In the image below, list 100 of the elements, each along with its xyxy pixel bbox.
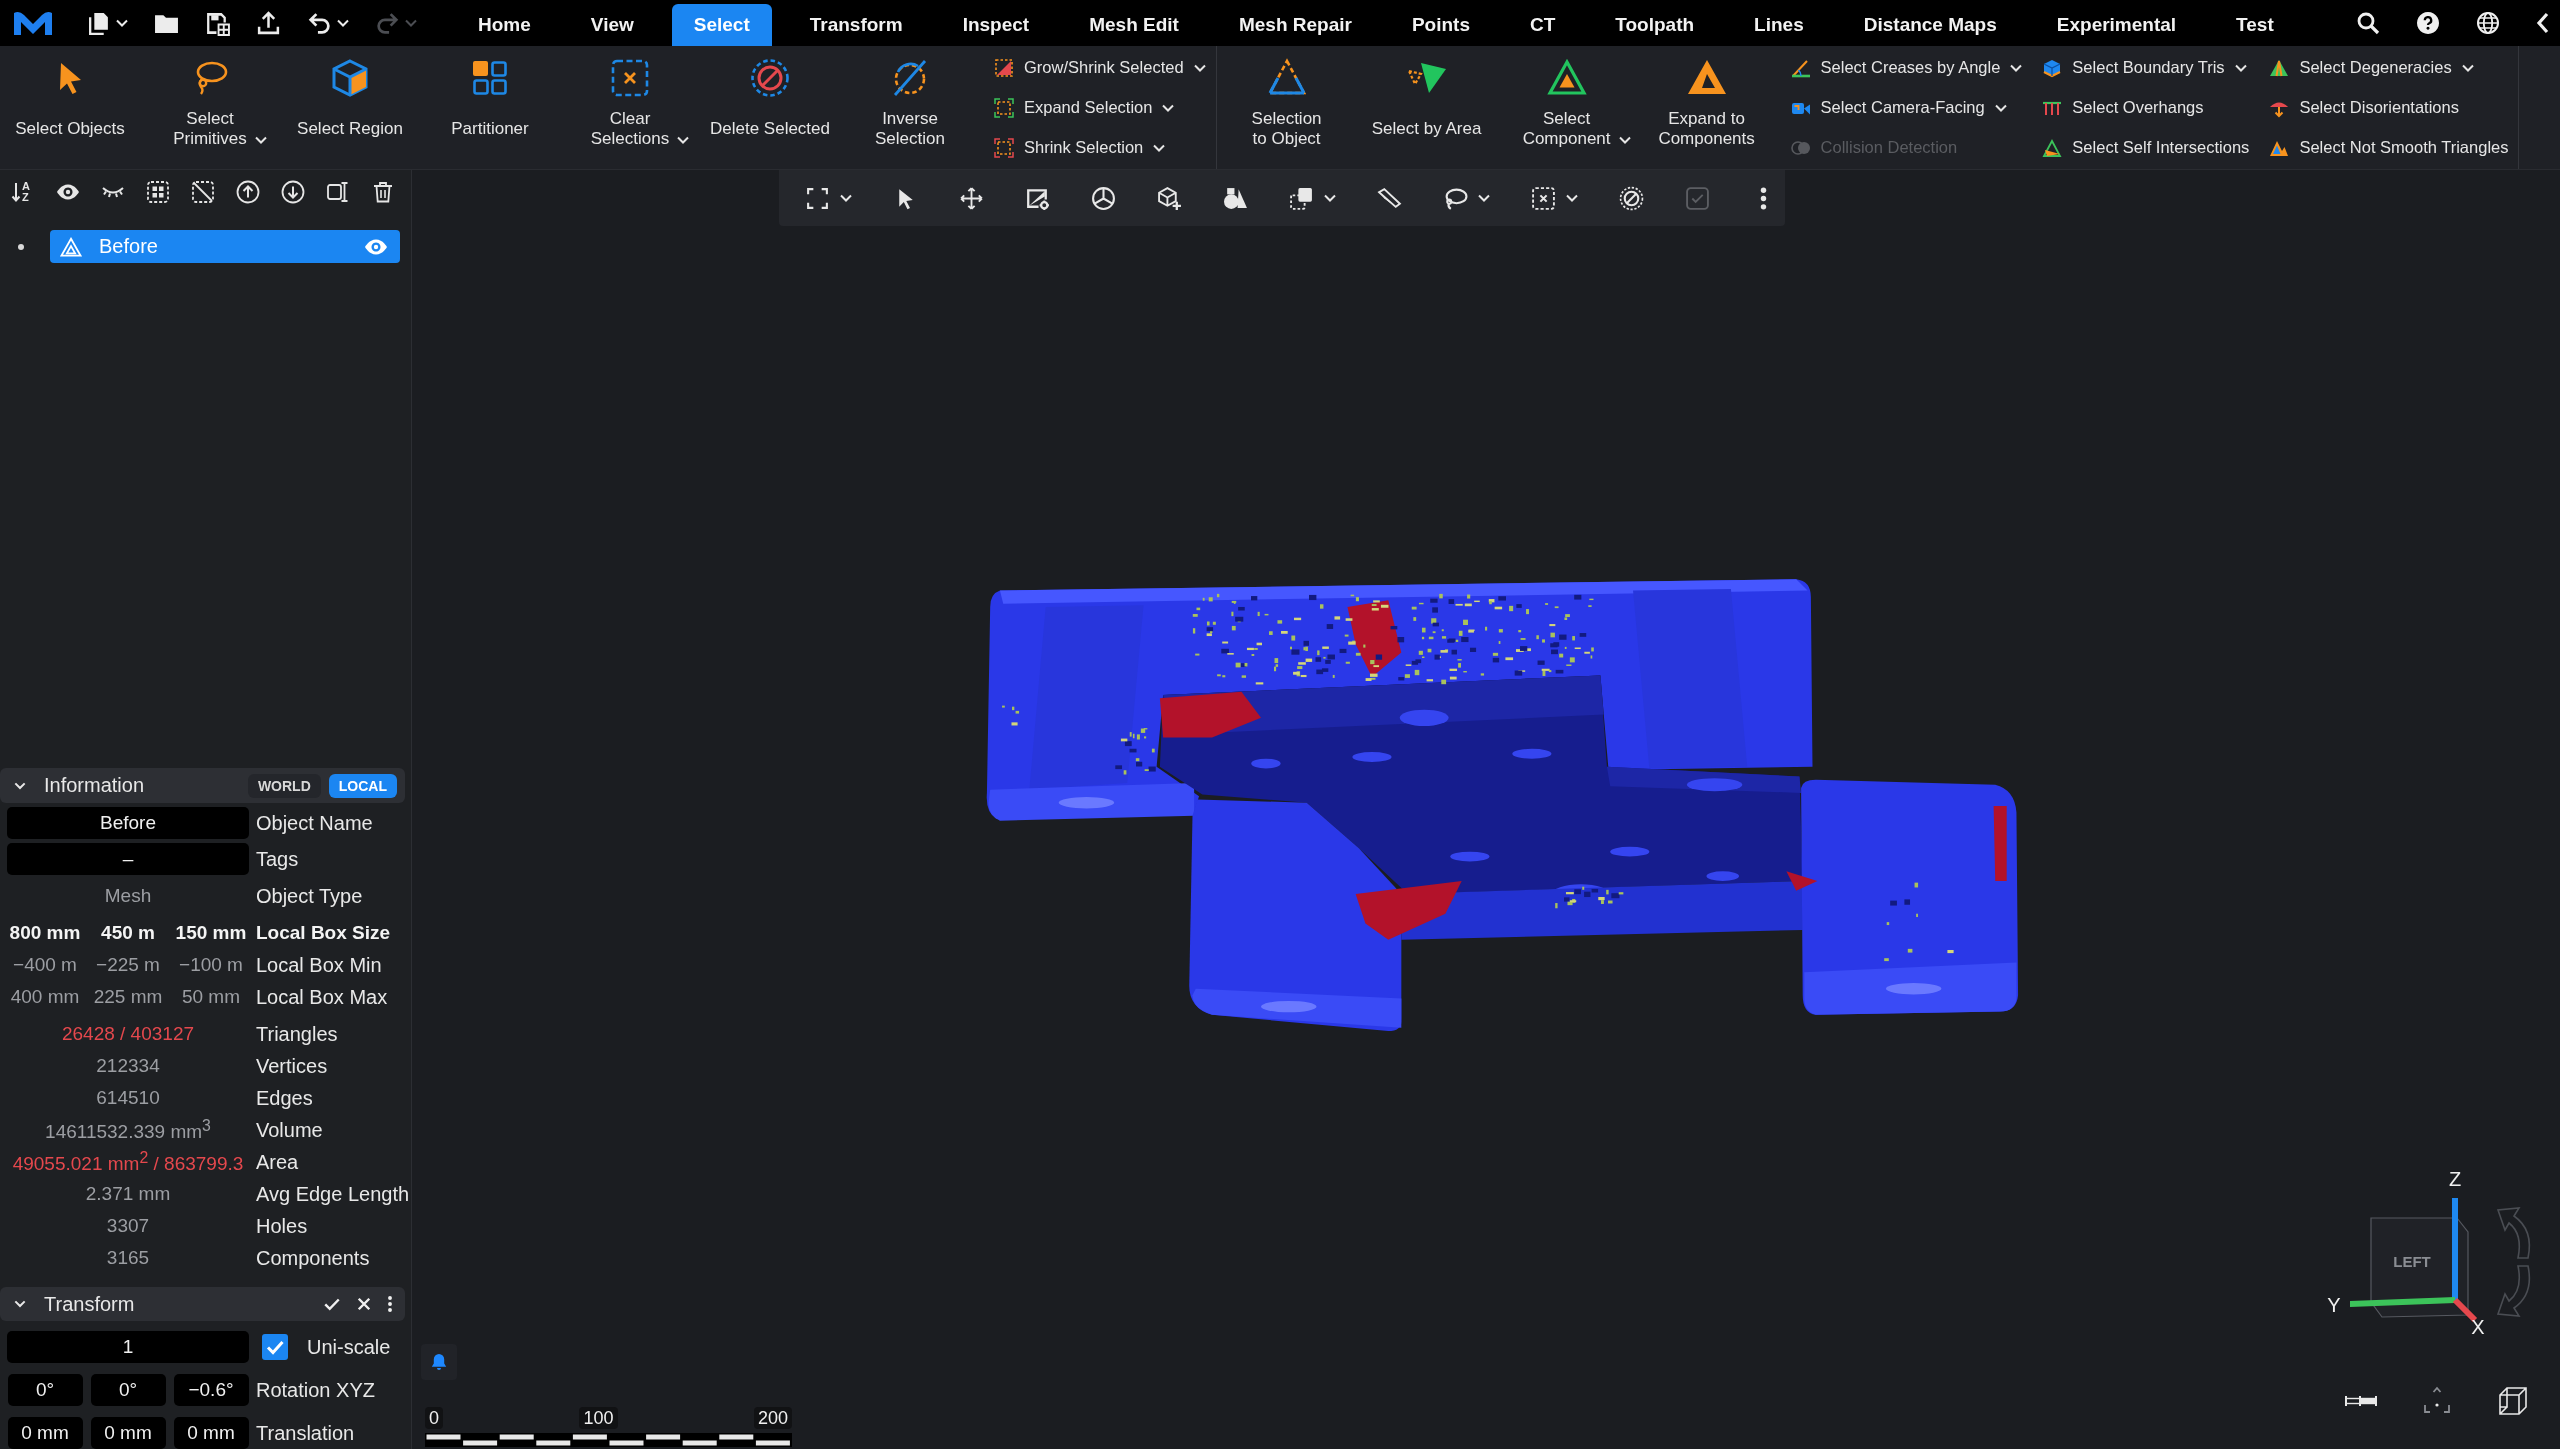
value-field[interactable]: 0 mm — [7, 1417, 83, 1449]
dashed-square-x-icon — [610, 58, 650, 98]
chevron-left-icon[interactable] — [2536, 11, 2550, 35]
scale-label: 200 — [753, 1407, 792, 1429]
ribbon-button[interactable]: Grow/Shrink Selected — [988, 47, 1212, 88]
logo-icon[interactable] — [13, 10, 53, 36]
focus-icon[interactable] — [2421, 1386, 2453, 1416]
ribbon-button[interactable]: Inverse Selection — [840, 46, 980, 169]
menu-tab[interactable]: View — [568, 4, 656, 46]
search-icon[interactable] — [2356, 11, 2380, 35]
dashed-square-slash-icon[interactable] — [191, 180, 215, 204]
ribbon-button[interactable]: Selection to Object — [1216, 46, 1357, 169]
box-bracket-icon[interactable] — [326, 180, 350, 204]
bell-icon — [431, 1353, 447, 1371]
close-icon[interactable] — [355, 1295, 373, 1313]
undo-icon[interactable] — [307, 10, 332, 36]
value-text: 150 mm — [174, 922, 248, 944]
squares-icon[interactable] — [1289, 185, 1314, 211]
menu-tab[interactable]: Toolpath — [1593, 4, 1717, 46]
ribbon-button[interactable]: Select Creases by Angle — [1784, 47, 2029, 88]
menu-tab[interactable]: Inspect — [940, 4, 1052, 46]
ribbon-button[interactable]: Select by Area — [1356, 46, 1497, 169]
value-field[interactable]: 0° — [90, 1374, 166, 1406]
arrow-up-circle-icon[interactable] — [236, 180, 260, 204]
ribbon-button[interactable]: Select Not Smooth Triangles — [2263, 127, 2515, 168]
prohibited-icon[interactable] — [1619, 185, 1644, 211]
ribbon-button[interactable]: Select Boundary Tris — [2036, 47, 2256, 88]
menu-tab[interactable]: CT — [1508, 4, 1578, 46]
menu-tab[interactable]: Lines — [1732, 4, 1826, 46]
checkbox[interactable] — [262, 1334, 288, 1360]
arrow-down-circle-icon[interactable] — [281, 180, 305, 204]
property-label: Avg Edge Length — [256, 1182, 410, 1206]
upload-icon[interactable] — [256, 10, 281, 36]
value-text: 225 mm — [92, 986, 164, 1008]
ribbon-button[interactable]: Select Disorientations — [2263, 87, 2515, 128]
arrow-down-icon[interactable] — [11, 181, 21, 203]
menu-tab[interactable]: Mesh Edit — [1067, 4, 1201, 46]
documents-icon[interactable] — [86, 10, 111, 36]
value-text: Mesh — [104, 885, 152, 907]
value-text: 3307 — [106, 1215, 150, 1237]
menu-tab[interactable]: Select — [671, 4, 772, 46]
menu-tab[interactable]: Points — [1389, 4, 1492, 46]
ribbon-button[interactable]: Partitioner — [420, 46, 560, 169]
scale-label: 100 — [579, 1407, 618, 1429]
ribbon-button[interactable]: Expand Selection — [988, 87, 1212, 128]
property-label: Tags — [256, 847, 299, 871]
ribbon-button[interactable]: Clear Selections — [560, 46, 700, 169]
ribbon-button[interactable]: Select Overhangs — [2036, 87, 2256, 128]
move-icon[interactable] — [959, 185, 984, 211]
value-field[interactable]: 1 — [7, 1331, 249, 1363]
notifications-button[interactable] — [421, 1344, 457, 1380]
menu-tab[interactable]: Test — [2214, 4, 2296, 46]
dashed-box-x-icon[interactable] — [1531, 185, 1556, 211]
value-field[interactable]: – — [7, 843, 249, 875]
cube-icon[interactable] — [2497, 1386, 2529, 1416]
ribbon-button[interactable]: Select Region — [280, 46, 420, 169]
plane-icon[interactable] — [1377, 185, 1402, 211]
menu-tab[interactable]: Distance Maps — [1841, 4, 2019, 46]
help-icon[interactable] — [2416, 11, 2440, 35]
menu-tab[interactable]: Transform — [787, 4, 925, 46]
frame-corners-icon[interactable] — [805, 185, 830, 211]
sort-letter: A — [22, 181, 30, 192]
more-icon[interactable] — [387, 1295, 393, 1313]
property-label: Rotation XYZ — [256, 1378, 375, 1402]
checkbox-label: Uni-scale — [307, 1335, 391, 1359]
value-text: 212334 — [96, 1055, 160, 1077]
value-field[interactable]: 0 mm — [173, 1417, 249, 1449]
value-field[interactable]: Before — [7, 807, 249, 839]
value-text: 26428 / 403127 — [61, 1023, 195, 1045]
toggle-button[interactable]: WORLD — [247, 773, 321, 798]
menu-tab[interactable]: Experimental — [2034, 4, 2199, 46]
ribbon-button[interactable]: Select Primitives — [140, 46, 280, 169]
shapes-icon[interactable] — [1223, 185, 1248, 211]
dashed-square-icon[interactable] — [146, 180, 170, 204]
value-field[interactable]: 0° — [7, 1374, 83, 1406]
ribbon-button[interactable]: Select Component — [1496, 46, 1637, 169]
ribbon-button[interactable]: Select Camera-Facing — [1784, 87, 2029, 128]
toggle-button[interactable]: LOCAL — [328, 773, 397, 798]
globe-icon[interactable] — [2476, 11, 2500, 35]
property-label: Holes — [256, 1214, 308, 1238]
ribbon-button[interactable]: Select Self Intersections — [2036, 127, 2256, 168]
value-text: 450 m — [100, 922, 156, 944]
ribbon-button[interactable]: Select Degeneracies — [2263, 47, 2515, 88]
ribbon-button[interactable]: Delete Selected — [700, 46, 840, 169]
menu-tab[interactable]: Mesh Repair — [1216, 4, 1374, 46]
property-label: Local Box Max — [256, 985, 388, 1009]
cube-plus-icon[interactable] — [1157, 185, 1182, 211]
trash-icon[interactable] — [371, 180, 395, 204]
ribbon-button[interactable]: Expand to Components — [1636, 46, 1777, 169]
ruler-icon[interactable] — [2345, 1395, 2377, 1407]
ribbon-button[interactable]: Select Objects — [0, 46, 140, 169]
value-field[interactable]: 0 mm — [90, 1417, 166, 1449]
value-field[interactable]: −0.6° — [173, 1374, 249, 1406]
value-text: 2.371 mm — [85, 1183, 171, 1205]
ribbon-button[interactable]: Shrink Selection — [988, 127, 1212, 168]
tree-item[interactable]: Before — [50, 230, 400, 263]
menu-tab[interactable]: Home — [456, 4, 553, 46]
value-text: 49055.021 mm$^{2}$ / 863799.3 — [12, 1148, 244, 1176]
circle-spokes-icon[interactable] — [1091, 185, 1116, 211]
save-icon[interactable] — [205, 10, 230, 36]
